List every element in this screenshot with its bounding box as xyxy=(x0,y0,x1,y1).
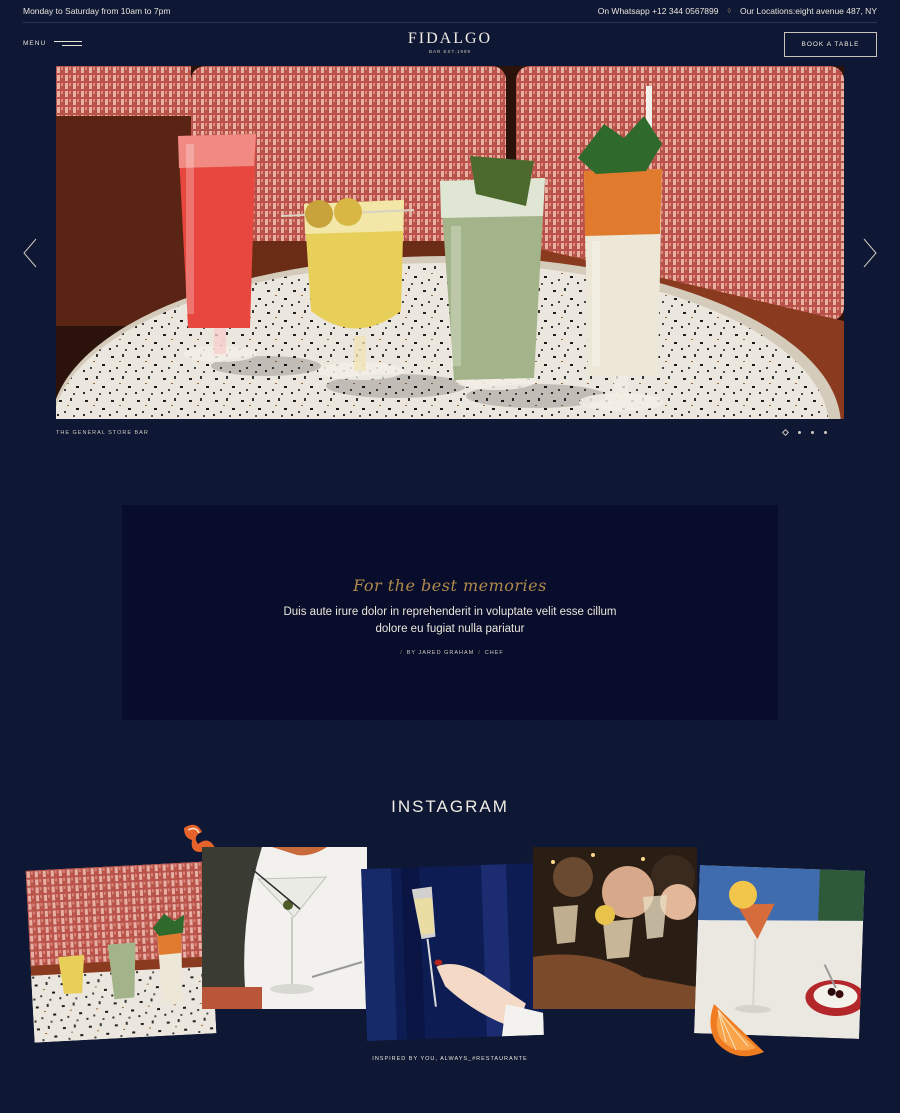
instagram-caption: INSPIRED BY YOU, ALWAYS_#RESTAURANTE xyxy=(372,1056,528,1062)
whatsapp-link[interactable]: On Whatsapp +12 344 0567899 xyxy=(598,6,719,16)
slider-dot-1[interactable] xyxy=(781,428,790,437)
diamond-separator-icon: ◊ xyxy=(727,7,731,15)
orange-slice-decoration-icon xyxy=(706,1000,768,1060)
quote-line-1: Duis aute irure dolor in reprehenderit i… xyxy=(283,606,617,618)
slider-dot-4[interactable] xyxy=(824,431,827,434)
logo[interactable]: FIDALGO BAR EST.1989 xyxy=(408,30,492,54)
book-table-button[interactable]: BOOK A TABLE xyxy=(784,32,877,57)
hero-slide-image xyxy=(56,66,844,419)
slider-next-arrow-icon[interactable] xyxy=(862,238,878,268)
slider-prev-arrow-icon[interactable] xyxy=(22,238,38,268)
locations-link[interactable]: Our Locations:eight avenue 487, NY xyxy=(740,6,877,16)
opening-hours: Monday to Saturday from 10am to 7pm xyxy=(23,6,171,16)
quote-heading: For the best memories xyxy=(353,576,547,595)
menu-label: MENU xyxy=(23,40,47,47)
slider-pagination xyxy=(781,428,827,437)
contact-info: On Whatsapp +12 344 0567899 ◊ Our Locati… xyxy=(598,6,877,16)
instagram-title: INSTAGRAM xyxy=(391,797,509,816)
slash-separator: / xyxy=(400,650,403,656)
logo-name: FIDALGO xyxy=(407,30,493,47)
slider-dot-3[interactable] xyxy=(811,431,814,434)
quote-text: Duis aute irure dolor in reprehenderit i… xyxy=(122,604,778,638)
logo-tagline: BAR EST.1989 xyxy=(428,49,472,54)
hero-caption: THE GENERAL STORE BAR xyxy=(56,430,149,436)
quote-author: BY JARED GRAHAM xyxy=(406,650,475,656)
slash-separator: / xyxy=(478,650,481,656)
slider-dot-2[interactable] xyxy=(798,431,801,434)
instagram-post-3[interactable] xyxy=(361,862,544,1042)
main-navigation: MENU FIDALGO BAR EST.1989 BOOK A TABLE xyxy=(23,23,877,65)
instagram-post-1[interactable] xyxy=(25,861,217,1043)
quote-line-2: dolore eu fugiat nulla pariatur xyxy=(375,623,525,635)
top-bar: Monday to Saturday from 10am to 7pm On W… xyxy=(23,0,877,23)
quote-role: CHEF xyxy=(484,650,504,656)
testimonial-panel: For the best memories Duis aute irure do… xyxy=(122,505,778,720)
instagram-post-4[interactable] xyxy=(533,847,697,1009)
menu-button[interactable]: MENU xyxy=(23,40,83,47)
quote-attribution: / BY JARED GRAHAM / CHEF xyxy=(122,650,778,656)
hamburger-icon xyxy=(54,41,83,46)
instagram-post-2[interactable] xyxy=(202,847,367,1009)
